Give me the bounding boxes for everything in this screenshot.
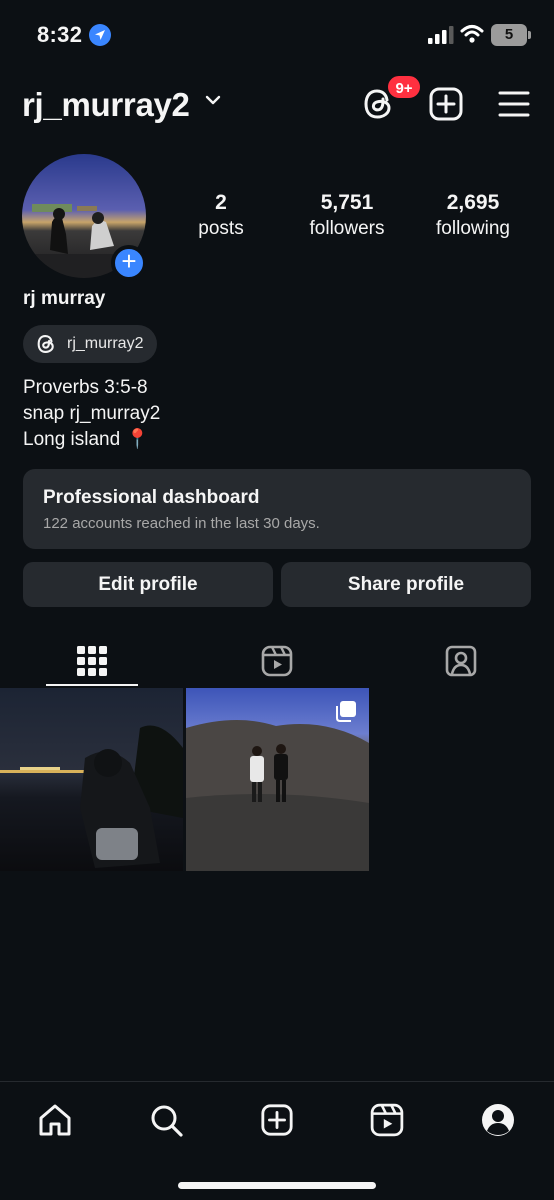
threads-icon	[35, 333, 57, 355]
post-thumbnail[interactable]	[0, 688, 183, 871]
tab-reels[interactable]	[231, 636, 323, 686]
home-indicator	[178, 1182, 376, 1189]
followers-label: followers	[309, 218, 385, 239]
followers-count: 5,751	[320, 191, 374, 214]
reels-icon	[261, 645, 293, 677]
chevron-down-icon[interactable]	[205, 95, 221, 105]
notification-badge: 9+	[386, 74, 422, 100]
dashboard-subtitle: 122 accounts reached in the last 30 days…	[43, 515, 320, 532]
tab-tagged[interactable]	[415, 636, 507, 686]
add-story-button[interactable]: +	[111, 245, 147, 281]
reels-icon	[370, 1103, 404, 1137]
nav-home[interactable]	[33, 1098, 77, 1142]
posts-stat: 2 posts	[181, 190, 261, 242]
followers-stat[interactable]: 5,751 followers	[292, 190, 402, 242]
dashboard-title: Professional dashboard	[43, 487, 260, 508]
cellular-signal-icon	[428, 26, 454, 44]
active-tab-indicator	[46, 684, 138, 686]
grid-icon	[77, 646, 107, 676]
create-icon	[260, 1103, 294, 1137]
account-switcher[interactable]: rj_murray2	[22, 86, 190, 124]
status-time: 8:32	[37, 22, 83, 47]
threads-handle: rj_murray2	[67, 335, 144, 352]
edit-profile-button[interactable]: Edit profile	[23, 562, 273, 607]
bio-line: Proverbs 3:5-8	[23, 377, 148, 398]
nav-search[interactable]	[144, 1098, 188, 1142]
multiple-photos-icon	[335, 700, 357, 722]
search-icon	[148, 1102, 184, 1138]
following-count: 2,695	[446, 191, 500, 214]
threads-profile-link[interactable]: rj_murray2	[23, 325, 158, 363]
post-thumbnail[interactable]	[186, 688, 369, 871]
display-name: rj murray	[23, 288, 106, 309]
status-bar: 8:32 5	[0, 0, 554, 70]
create-post-button[interactable]	[428, 86, 464, 122]
posts-label: posts	[198, 218, 244, 239]
professional-dashboard-card[interactable]: Professional dashboard 122 accounts reac…	[23, 469, 531, 549]
bio-line: Long island 📍	[23, 429, 150, 450]
location-arrow-icon	[89, 24, 111, 46]
share-profile-button[interactable]: Share profile	[281, 562, 531, 607]
hamburger-menu-icon[interactable]	[497, 88, 531, 120]
posts-count: 2	[215, 191, 227, 214]
top-bar: rj_murray2 9+	[0, 74, 554, 134]
wifi-icon	[460, 24, 484, 44]
nav-profile[interactable]	[476, 1098, 520, 1142]
profile-icon	[480, 1102, 516, 1138]
following-stat[interactable]: 2,695 following	[423, 190, 523, 242]
bio-line: snap rj_murray2	[23, 403, 161, 424]
nav-create[interactable]	[255, 1098, 299, 1142]
nav-reels[interactable]	[365, 1098, 409, 1142]
bottom-navigation	[0, 1081, 554, 1200]
following-label: following	[436, 218, 510, 239]
bio: Proverbs 3:5-8 snap rj_murray2 Long isla…	[23, 375, 160, 453]
tagged-person-icon	[445, 645, 477, 677]
battery-indicator: 5	[491, 24, 531, 46]
home-icon	[37, 1102, 73, 1138]
tab-posts-grid[interactable]	[46, 636, 138, 686]
